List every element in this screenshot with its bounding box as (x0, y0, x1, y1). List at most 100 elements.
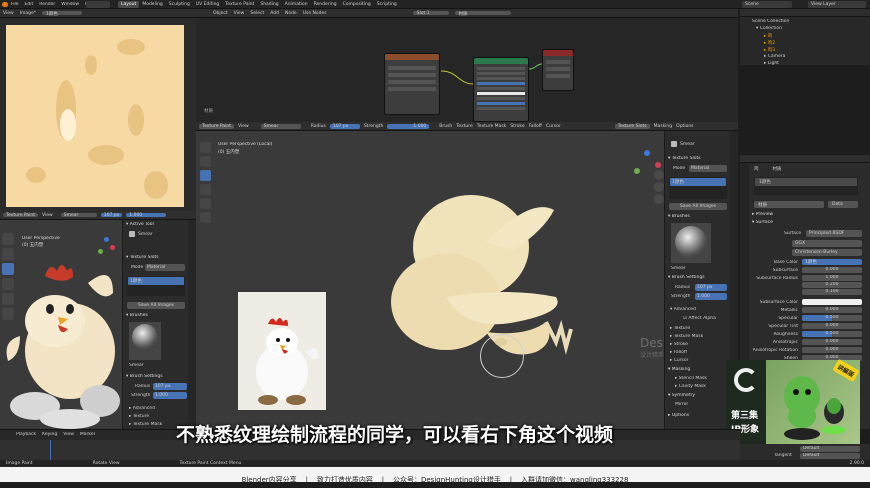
tab-texture-paint[interactable]: Texture Paint (222, 1, 257, 8)
cavity-mask-section[interactable]: ▸ Cavity Mask (675, 384, 706, 389)
falloff-menu[interactable]: Falloff (529, 124, 542, 129)
small-advanced-header[interactable]: ▸ Advanced (129, 406, 155, 411)
subsurface-field[interactable]: 0.000 (802, 267, 862, 273)
outliner-item-camera[interactable]: ▸ Camera (764, 54, 785, 59)
small-texture-header[interactable]: ▸ Texture (129, 414, 149, 419)
tangent-value[interactable]: Default (800, 453, 860, 459)
small-brush-thumbnail[interactable] (129, 322, 161, 360)
base-color-field[interactable]: 1颜色 (802, 259, 862, 265)
small-strength-field[interactable]: 1.000 (126, 213, 167, 218)
texture-menu[interactable]: Texture (456, 124, 472, 129)
distribution-field[interactable]: GGX (792, 240, 862, 247)
main-mask-tool-icon[interactable] (200, 212, 211, 223)
main-soften-tool-icon[interactable] (200, 156, 211, 167)
image-editor-view-menu[interactable]: View (3, 11, 14, 16)
tab-modeling[interactable]: Modeling (139, 1, 165, 8)
subsurface-method-field[interactable]: Christensen-Burley (792, 249, 862, 256)
masking-header[interactable]: ▾ Masking (668, 367, 690, 372)
small-mode-select[interactable]: Material (145, 264, 185, 271)
slot-item[interactable]: 1颜色 (670, 178, 726, 186)
outliner-item-chicken2[interactable]: ▸ 鸡2 (764, 40, 775, 46)
small-brush-settings-header[interactable]: ▾ Brush Settings (126, 374, 163, 379)
outliner-item-light[interactable]: ▸ Light (764, 61, 779, 66)
small-save-all-images-button[interactable]: Save All Images (127, 302, 185, 309)
specular-tint-field[interactable]: 0.000 (802, 323, 862, 329)
small-side-tabs[interactable] (188, 220, 196, 429)
small-navigation-gizmo[interactable] (96, 237, 116, 257)
main-brush-selector[interactable]: Smear (260, 123, 301, 129)
main-mode-selector[interactable]: Texture Paint (199, 123, 235, 129)
subsurface-radius-z-field[interactable]: 0.100 (802, 289, 862, 295)
image-texture-node[interactable] (384, 53, 440, 115)
cursor-section[interactable]: ▸ Cursor (670, 358, 689, 363)
clearcoat-normal-value[interactable]: Default (800, 446, 860, 452)
tab-shading[interactable]: Shading (257, 1, 281, 8)
quick-search[interactable] (86, 1, 110, 8)
anisotropic-rotation-field[interactable]: 0.000 (802, 347, 862, 353)
image-name-field[interactable]: 1颜色 (42, 11, 83, 17)
tab-sculpting[interactable]: Sculpting (166, 1, 193, 8)
options-header[interactable]: ▸ Options (668, 413, 689, 418)
small-panel-strength-field[interactable]: 1.000 (153, 392, 187, 399)
cursor-menu[interactable]: Cursor (546, 124, 561, 129)
view-layer-selector[interactable]: View Layer (808, 1, 866, 8)
symmetry-header[interactable]: ▾ Symmetry (668, 393, 695, 398)
tab-layout[interactable]: Layout (118, 1, 140, 8)
menu-file[interactable]: File (11, 2, 19, 7)
small-brush-selector[interactable]: Smear (60, 213, 97, 218)
main-clone-tool-icon[interactable] (200, 184, 211, 195)
metallic-field[interactable]: 0.000 (802, 307, 862, 313)
stroke-menu[interactable]: Stroke (510, 124, 524, 129)
mode-select[interactable]: Material (689, 165, 727, 172)
scene-selector[interactable]: Scene (742, 1, 792, 8)
material-datablock[interactable]: 材质 (754, 201, 824, 208)
small-mode-selector[interactable]: Texture Paint (3, 213, 39, 218)
surface-header[interactable]: ▾ Surface (752, 220, 773, 225)
tab-uv-editing[interactable]: UV Editing (193, 1, 222, 8)
main-smear-tool-icon[interactable] (200, 170, 211, 181)
panel-radius-field[interactable]: 107 px (695, 284, 727, 291)
masking-popover[interactable]: Masking (654, 124, 673, 129)
texture-slots-popover[interactable]: Texture Slots (614, 123, 650, 129)
advanced-header[interactable]: ▾ Advanced (670, 307, 696, 312)
texture-section[interactable]: ▸ Texture (670, 326, 690, 331)
outliner-item-chicken[interactable]: ▸ 鸡 (764, 33, 772, 39)
main-fill-tool-icon[interactable] (200, 198, 211, 209)
specular-field[interactable]: 0.500 (802, 315, 862, 321)
small-slot-item[interactable]: 1颜色 (128, 277, 184, 285)
playback-menu[interactable]: Playback (16, 432, 36, 437)
texture-mask-section[interactable]: ▸ Texture Mask (670, 334, 703, 339)
subsurface-radius-y-field[interactable]: 0.200 (802, 282, 862, 288)
stencil-mask-section[interactable]: ▸ Stencil Mask (675, 376, 707, 381)
blender-logo-icon[interactable] (2, 2, 8, 7)
brushes-header[interactable]: ▾ Brushes (668, 214, 690, 219)
brush-thumbnail[interactable] (671, 223, 711, 263)
outliner-scene-collection[interactable]: Scene Collection (752, 19, 789, 24)
small-brushes-header[interactable]: ▾ Brushes (126, 313, 148, 318)
main-strength-field[interactable]: 1.000 (387, 123, 430, 129)
material-slot-item[interactable]: 1颜色 (755, 178, 857, 186)
subsurface-color-swatch[interactable] (802, 299, 862, 305)
affect-alpha-checkbox[interactable]: ☑ Affect Alpha (683, 316, 716, 321)
panel-strength-field[interactable]: 1.000 (695, 293, 727, 300)
data-link-selector[interactable]: Data (828, 201, 858, 208)
falloff-section[interactable]: ▸ Falloff (670, 350, 687, 355)
brush-menu[interactable]: Brush (439, 124, 452, 129)
anisotropic-field[interactable]: 0.000 (802, 339, 862, 345)
zoom-icon[interactable] (654, 170, 664, 180)
small-radius-field[interactable]: 107 px (100, 213, 123, 218)
menu-render[interactable]: Render (39, 2, 55, 7)
camera-view-icon[interactable] (654, 194, 664, 204)
outliner-item-chicken3[interactable]: ▸ 鸡3 (764, 47, 775, 53)
texture-image[interactable] (6, 25, 184, 207)
main-draw-tool-icon[interactable] (200, 142, 211, 153)
principled-bsdf-node[interactable] (473, 57, 529, 122)
surface-shader-field[interactable]: Principled BSDF (806, 230, 862, 237)
small-texture-slots-header[interactable]: ▾ Texture Slots (126, 255, 159, 260)
promo-video-thumbnail[interactable]: 第三集 IP形象 讲解版 (726, 358, 860, 444)
marker-menu[interactable]: Marker (80, 432, 96, 437)
menu-edit[interactable]: Edit (25, 2, 34, 7)
subsurface-radius-x-field[interactable]: 1.000 (802, 275, 862, 281)
small-panel-radius-field[interactable]: 107 px (153, 383, 187, 390)
texture-slots-header[interactable]: ▾ Texture Slots (668, 156, 701, 161)
